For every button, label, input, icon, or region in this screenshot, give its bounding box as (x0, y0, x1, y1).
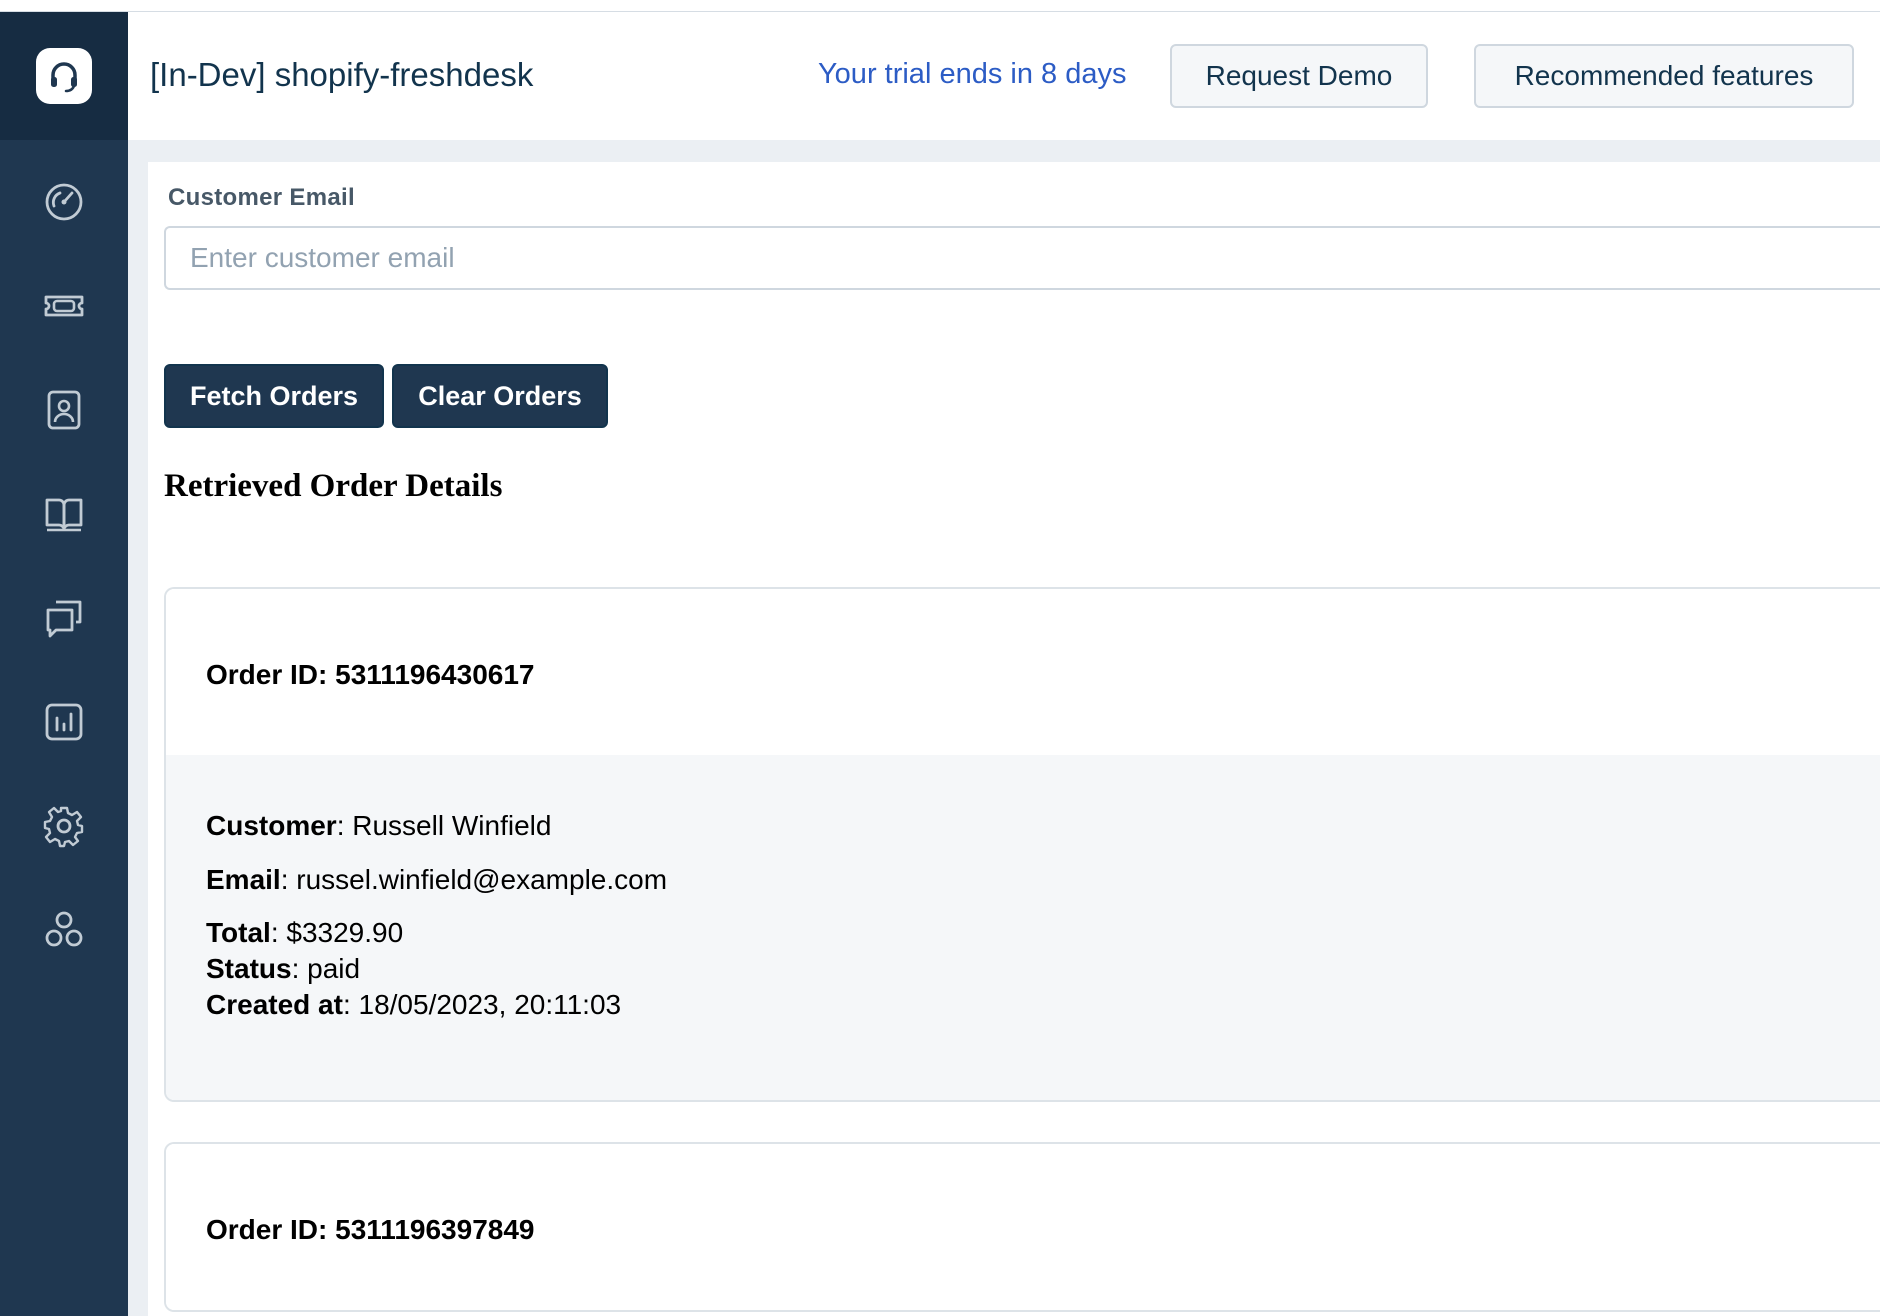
total-label: Total (206, 917, 271, 948)
section-title: Retrieved Order Details (164, 468, 503, 504)
top-border (0, 0, 1880, 12)
order-card-header: Order ID: 5311196430617 (166, 589, 1880, 755)
customer-value: : Russell Winfield (336, 810, 552, 841)
recommended-features-button[interactable]: Recommended features (1474, 44, 1854, 108)
sidebar (0, 12, 128, 1316)
order-card-header: Order ID: 5311196397849 (166, 1144, 1880, 1310)
order-card: Order ID: 5311196430617 Customer: Russel… (164, 587, 1880, 1102)
clear-orders-button[interactable]: Clear Orders (392, 364, 608, 428)
status-row: Status: paid (206, 953, 360, 985)
status-value: : paid (291, 953, 361, 984)
main-content: Customer Email Fetch Orders Clear Orders… (148, 162, 1880, 1316)
app-logo[interactable] (0, 12, 128, 140)
customer-email-label: Customer Email (168, 184, 355, 211)
fetch-orders-button[interactable]: Fetch Orders (164, 364, 384, 428)
email-row: Email: russel.winfield@example.com (206, 864, 667, 896)
email-value: : russel.winfield@example.com (280, 864, 668, 895)
customer-email-input[interactable] (164, 226, 1880, 290)
knowledge-base-icon[interactable] (40, 490, 88, 538)
trial-notice-link[interactable]: Your trial ends in 8 days (818, 58, 1126, 91)
settings-icon[interactable] (40, 802, 88, 850)
request-demo-button[interactable]: Request Demo (1170, 44, 1428, 108)
created-at-value: : 18/05/2023, 20:11:03 (342, 989, 622, 1020)
order-id: Order ID: 5311196430617 (206, 659, 535, 690)
status-label: Status (206, 953, 292, 984)
created-at-row: Created at: 18/05/2023, 20:11:03 (206, 989, 621, 1021)
total-value: : $3329.90 (270, 917, 404, 948)
dashboard-icon[interactable] (40, 178, 88, 226)
order-card: Order ID: 5311196397849 (164, 1142, 1880, 1312)
top-header: [In-Dev] shopify-freshdesk Your trial en… (128, 12, 1880, 140)
order-card-body: Customer: Russell Winfield Email: russel… (166, 755, 1880, 1100)
contacts-icon[interactable] (40, 386, 88, 434)
email-label: Email (206, 864, 281, 895)
customer-label: Customer (206, 810, 337, 841)
headset-logo-icon (36, 48, 92, 104)
app-title: [In-Dev] shopify-freshdesk (150, 56, 534, 93)
order-id: Order ID: 5311196397849 (206, 1214, 535, 1245)
total-row: Total: $3329.90 (206, 917, 403, 949)
apps-icon[interactable] (40, 906, 88, 954)
ticket-icon[interactable] (40, 282, 88, 330)
customer-row: Customer: Russell Winfield (206, 810, 551, 842)
reports-icon[interactable] (40, 698, 88, 746)
created-at-label: Created at (206, 989, 343, 1020)
discussions-icon[interactable] (40, 594, 88, 642)
